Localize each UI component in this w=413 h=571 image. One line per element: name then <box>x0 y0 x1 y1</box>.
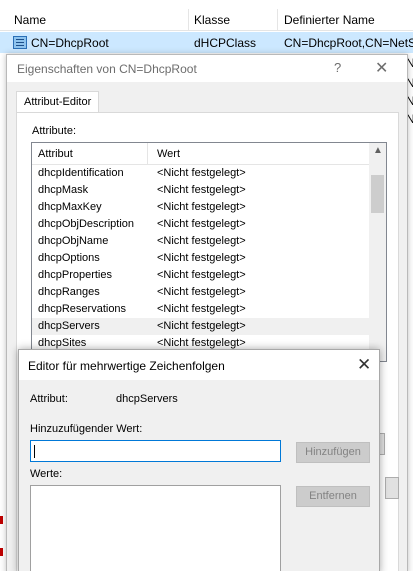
scroll-up-icon[interactable]: ▲ <box>373 145 383 156</box>
attribute-value: <Nicht festgelegt> <box>157 303 246 315</box>
attribute-value: <Nicht festgelegt> <box>157 269 246 281</box>
add-value-input[interactable] <box>30 440 281 462</box>
attribute-row[interactable]: dhcpRanges <Nicht festgelegt> <box>32 284 369 301</box>
attribute-value: <Nicht festgelegt> <box>157 337 246 349</box>
column-divider[interactable] <box>147 143 148 165</box>
column-header-klasse[interactable]: Klasse <box>194 13 230 27</box>
attributes-label: Attribute: <box>32 125 77 137</box>
attribute-list-header: Attribut Wert <box>32 143 369 165</box>
attribute-value: <Nicht festgelegt> <box>157 252 246 264</box>
attribute-row[interactable]: dhcpServers <Nicht festgelegt> <box>32 318 369 335</box>
background-fragment <box>0 548 3 556</box>
row-definierter-name: CN=DhcpRoot,CN=NetS <box>284 36 413 50</box>
values-list[interactable] <box>30 485 281 571</box>
container-object-icon <box>13 36 27 49</box>
editor-title: Editor für mehrwertige Zeichenfolgen <box>28 359 225 373</box>
properties-title: Eigenschaften von CN=DhcpRoot <box>17 62 197 76</box>
help-button[interactable]: ? <box>334 60 341 75</box>
multivalue-editor-dialog: Editor für mehrwertige Zeichenfolgen ✕ A… <box>18 349 380 571</box>
close-icon[interactable]: ✕ <box>357 355 371 375</box>
attribute-label: Attribut: <box>30 393 68 405</box>
attribute-row[interactable]: dhcpReservations <Nicht festgelegt> <box>32 301 369 318</box>
attribute-row[interactable]: dhcpObjDescription <Nicht festgelegt> <box>32 216 369 233</box>
column-header-definierter-name[interactable]: Definierter Name <box>284 13 375 27</box>
values-label: Werte: <box>30 468 63 480</box>
column-header-attribut[interactable]: Attribut <box>38 148 73 160</box>
attribute-value: <Nicht festgelegt> <box>157 286 246 298</box>
attribute-row[interactable]: dhcpIdentification <Nicht festgelegt> <box>32 165 369 182</box>
attribute-name: dhcpObjName <box>38 235 109 247</box>
remove-button[interactable]: Entfernen <box>296 486 370 507</box>
attribute-name: dhcpProperties <box>38 269 112 281</box>
attribute-name: dhcpIdentification <box>38 167 124 179</box>
column-header-wert[interactable]: Wert <box>157 148 180 160</box>
attribute-name: dhcpRanges <box>38 286 100 298</box>
attribute-list[interactable]: Attribut Wert dhcpIdentification <Nicht f… <box>31 142 387 362</box>
attribute-value: <Nicht festgelegt> <box>157 235 246 247</box>
attribute-row[interactable]: dhcpMaxKey <Nicht festgelegt> <box>32 199 369 216</box>
attribute-row[interactable]: dhcpOptions <Nicht festgelegt> <box>32 250 369 267</box>
attribute-row[interactable]: dhcpMask <Nicht festgelegt> <box>32 182 369 199</box>
column-divider[interactable] <box>188 9 189 31</box>
scrollbar-thumb[interactable] <box>371 175 384 213</box>
list-header: Name Klasse Definierter Name <box>0 9 413 31</box>
background-fragment <box>0 516 3 524</box>
dialog-button-edge[interactable] <box>385 477 399 499</box>
attribute-name: dhcpObjDescription <box>38 218 134 230</box>
properties-titlebar[interactable]: Eigenschaften von CN=DhcpRoot ? ✕ <box>7 55 407 82</box>
attribute-value: dhcpServers <box>116 393 178 405</box>
editor-titlebar[interactable]: Editor für mehrwertige Zeichenfolgen ✕ <box>19 350 379 380</box>
attribute-row[interactable]: dhcpProperties <Nicht festgelegt> <box>32 267 369 284</box>
tab-attribut-editor[interactable]: Attribut-Editor <box>16 91 100 113</box>
attribute-name: dhcpReservations <box>38 303 127 315</box>
text-caret <box>34 445 35 458</box>
close-icon[interactable]: ✕ <box>375 58 388 78</box>
add-value-label: Hinzuzufügender Wert: <box>30 423 143 435</box>
add-button[interactable]: Hinzufügen <box>296 442 370 463</box>
attribute-value: <Nicht festgelegt> <box>157 184 246 196</box>
list-row-dhcproot[interactable]: CN=DhcpRoot dHCPClass CN=DhcpRoot,CN=Net… <box>0 32 413 53</box>
attribute-row[interactable]: dhcpObjName <Nicht festgelegt> <box>32 233 369 250</box>
attribute-value: <Nicht festgelegt> <box>157 320 246 332</box>
row-klasse: dHCPClass <box>194 36 257 50</box>
attribute-name: dhcpServers <box>38 320 100 332</box>
attribute-value: <Nicht festgelegt> <box>157 201 246 213</box>
column-divider[interactable] <box>277 9 278 31</box>
column-header-name[interactable]: Name <box>14 13 46 27</box>
vertical-scrollbar[interactable]: ▲ <box>369 143 386 361</box>
row-name: CN=DhcpRoot <box>31 36 109 50</box>
attribute-value: <Nicht festgelegt> <box>157 167 246 179</box>
attribute-name: dhcpSites <box>38 337 87 349</box>
attribute-name: dhcpMask <box>38 184 89 196</box>
attribute-name: dhcpOptions <box>38 252 100 264</box>
attribute-value: <Nicht festgelegt> <box>157 218 246 230</box>
attribute-name: dhcpMaxKey <box>38 201 102 213</box>
